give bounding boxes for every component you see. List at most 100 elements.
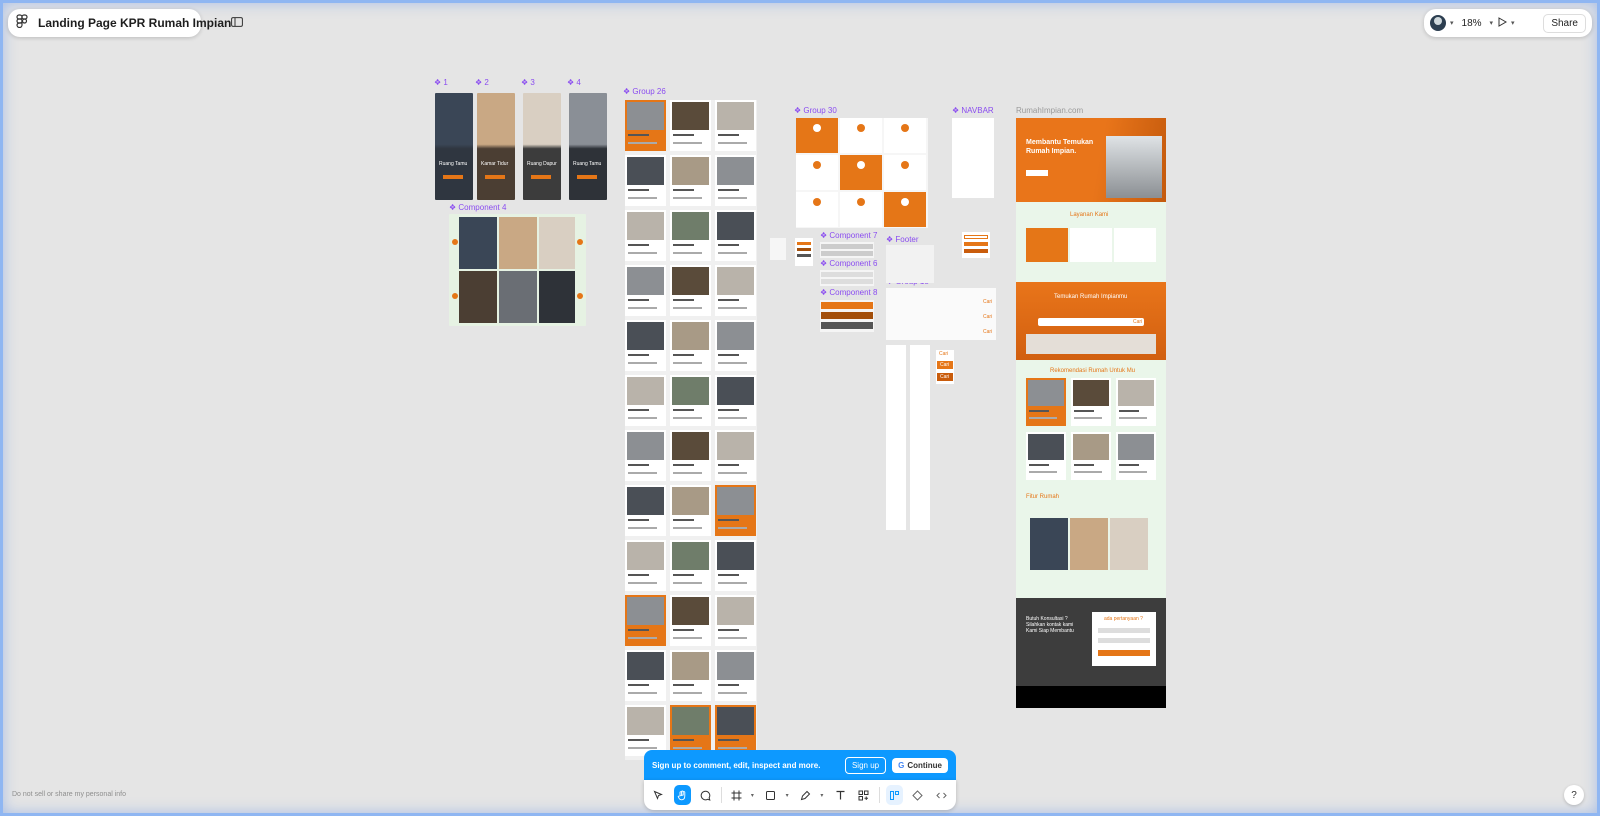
service-card[interactable]: [796, 155, 838, 190]
house-card[interactable]: [625, 265, 666, 316]
service-card[interactable]: [840, 155, 882, 190]
shape-tool-icon[interactable]: [762, 785, 780, 805]
figma-logo-icon[interactable]: [16, 13, 28, 33]
pen-tool-icon[interactable]: [797, 785, 815, 805]
prototype-mode-icon[interactable]: [909, 785, 927, 805]
design-mode-icon[interactable]: [885, 785, 903, 805]
house-card[interactable]: [670, 265, 711, 316]
frame-label-3[interactable]: ❖ 3: [521, 78, 535, 87]
frame-label-component6[interactable]: ❖ Component 6: [820, 259, 877, 268]
component8-buttons[interactable]: [820, 300, 874, 332]
house-card[interactable]: [625, 320, 666, 371]
frame-label-component7[interactable]: ❖ Component 7: [820, 231, 877, 240]
hero-cta-button[interactable]: [1026, 170, 1048, 176]
move-tool-icon[interactable]: [650, 785, 668, 805]
hand-tool-icon[interactable]: [673, 785, 691, 805]
house-card[interactable]: [715, 485, 756, 536]
component-small[interactable]: [770, 238, 786, 260]
house-card[interactable]: [715, 320, 756, 371]
service-card[interactable]: [796, 192, 838, 227]
house-card[interactable]: [625, 375, 666, 426]
house-card[interactable]: [670, 705, 711, 756]
present-chevron-down-icon[interactable]: ▾: [1511, 19, 1515, 27]
group18-search-bars[interactable]: Cari Cari Cari: [886, 288, 996, 340]
house-card[interactable]: [715, 375, 756, 426]
zoom-chevron-down-icon[interactable]: ▾: [1490, 19, 1494, 27]
house-card[interactable]: [1026, 378, 1066, 426]
search-input[interactable]: [1038, 318, 1144, 326]
house-card[interactable]: [1071, 432, 1111, 480]
navbar-buttons[interactable]: [962, 232, 990, 258]
house-card[interactable]: [670, 595, 711, 646]
dev-mode-icon[interactable]: [933, 785, 951, 805]
house-card[interactable]: [1071, 378, 1111, 426]
house-card[interactable]: [670, 100, 711, 151]
landing-page-preview[interactable]: Membantu Temukan Rumah Impian. Layanan K…: [1016, 118, 1166, 708]
component-buttons[interactable]: [795, 238, 813, 266]
pen-tool-chevron-icon[interactable]: ▾: [820, 792, 825, 799]
text-tool-icon[interactable]: [832, 785, 850, 805]
house-card[interactable]: [625, 705, 666, 756]
room-card-3[interactable]: Ruang Dapur: [523, 93, 561, 200]
house-card[interactable]: [625, 650, 666, 701]
group30-services-grid[interactable]: [796, 118, 928, 228]
chevron-down-icon[interactable]: ▾: [1450, 19, 1454, 27]
service-card[interactable]: [884, 192, 926, 227]
house-card[interactable]: [715, 155, 756, 206]
frame-label-component4[interactable]: ❖ Component 4: [449, 203, 506, 212]
signup-button[interactable]: Sign up: [844, 756, 887, 774]
house-card[interactable]: [715, 705, 756, 756]
frame-label-group26[interactable]: ❖ Group 26: [623, 87, 666, 96]
dropdown-list-column-1[interactable]: [886, 345, 906, 530]
room-card-1[interactable]: Ruang Tamu: [435, 93, 473, 200]
question-form[interactable]: ada pertanyaan ?: [1092, 612, 1156, 666]
carousel-prev-icon[interactable]: [452, 293, 458, 299]
present-play-icon[interactable]: [1497, 16, 1508, 30]
house-card[interactable]: [670, 320, 711, 371]
frame-label-2[interactable]: ❖ 2: [475, 78, 489, 87]
navbar-variants[interactable]: [952, 118, 994, 198]
comment-tool-icon[interactable]: [697, 785, 715, 805]
house-card[interactable]: [670, 540, 711, 591]
house-card[interactable]: [670, 430, 711, 481]
group26-card-grid[interactable]: [625, 100, 757, 760]
room-card-4[interactable]: Ruang Tamu: [569, 93, 607, 200]
continue-google-button[interactable]: G Continue: [892, 757, 948, 773]
house-card[interactable]: [715, 210, 756, 261]
dropdown-list-column-2[interactable]: [910, 345, 930, 530]
sidebar-toggle-icon[interactable]: [231, 14, 244, 32]
house-card[interactable]: [715, 595, 756, 646]
house-card[interactable]: [715, 100, 756, 151]
house-card[interactable]: [625, 540, 666, 591]
frame-tool-icon[interactable]: [727, 785, 745, 805]
house-card[interactable]: [1116, 378, 1156, 426]
frame-label-group30[interactable]: ❖ Group 30: [794, 106, 837, 115]
house-card[interactable]: [1026, 432, 1066, 480]
service-card[interactable]: [840, 118, 882, 153]
frame-label-component8[interactable]: ❖ Component 8: [820, 288, 877, 297]
footer-component[interactable]: [886, 245, 934, 283]
house-card[interactable]: [625, 595, 666, 646]
help-button[interactable]: ?: [1564, 785, 1584, 805]
shape-tool-chevron-icon[interactable]: ▾: [786, 792, 791, 799]
carousel-next-icon[interactable]: [577, 293, 583, 299]
house-card[interactable]: [625, 210, 666, 261]
house-card[interactable]: [670, 650, 711, 701]
house-card[interactable]: [625, 155, 666, 206]
room-card-2[interactable]: Kamar Tidur: [477, 93, 515, 200]
share-button[interactable]: Share: [1543, 13, 1586, 33]
privacy-footnote[interactable]: Do not sell or share my personal info: [12, 791, 126, 798]
frame-tool-chevron-icon[interactable]: ▾: [751, 792, 756, 799]
house-card[interactable]: [670, 155, 711, 206]
service-card[interactable]: [884, 118, 926, 153]
component6-inputs[interactable]: [820, 270, 874, 286]
house-card[interactable]: [670, 485, 711, 536]
house-card[interactable]: [670, 375, 711, 426]
component4-carousel[interactable]: [449, 214, 586, 326]
house-card[interactable]: [670, 210, 711, 261]
house-card[interactable]: [715, 650, 756, 701]
house-card[interactable]: [625, 485, 666, 536]
frame-label-1[interactable]: ❖ 1: [434, 78, 448, 87]
zoom-level[interactable]: 18%: [1458, 16, 1486, 31]
house-card[interactable]: [625, 430, 666, 481]
